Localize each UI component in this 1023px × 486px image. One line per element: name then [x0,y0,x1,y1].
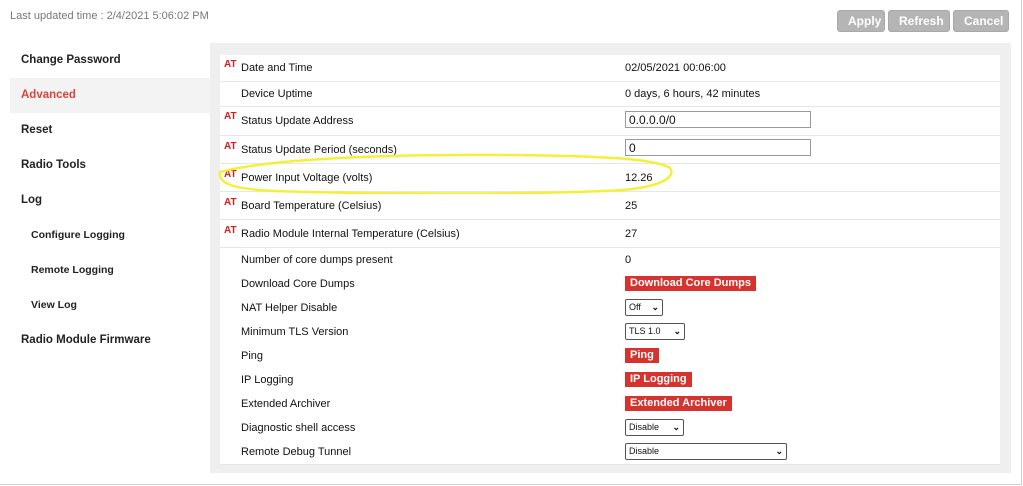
row-label: Ping [241,350,264,362]
nat-helper-select[interactable]: Off ⌄ [625,299,663,316]
row-label: Board Temperature (Celsius) [241,200,382,212]
remote-debug-tunnel-select[interactable]: Disable ⌄ [625,443,787,460]
row-label: Date and Time [241,62,313,74]
cancel-button[interactable]: Cancel [953,10,1009,32]
row-download-core-dumps: Download Core Dumps Download Core Dumps [220,272,1000,297]
row-value: 27 [625,228,638,240]
row-label: Power Input Voltage (volts) [241,172,373,184]
sidebar-item-remote-logging[interactable]: Remote Logging [10,253,210,288]
chevron-down-icon: ⌄ [651,302,659,312]
ip-logging-button[interactable]: IP Logging [625,372,692,387]
chevron-down-icon: ⌄ [673,326,681,336]
row-label: IP Logging [241,374,294,386]
select-value: Off [629,302,641,312]
sidebar-item-radio-module-firmware[interactable]: Radio Module Firmware [10,323,210,358]
sidebar-item-log[interactable]: Log [10,183,210,218]
select-value: Disable [629,422,660,432]
sidebar-item-view-log[interactable]: View Log [10,288,210,323]
row-status-update-period: AT Status Update Period (seconds) [220,136,1000,164]
apply-button[interactable]: Apply [837,10,885,32]
row-extended-archiver: Extended Archiver Extended Archiver [220,392,1000,417]
row-value: 0 [625,254,632,266]
settings-panel: AT Date and Time 02/05/2021 00:06:00 Dev… [210,43,1011,473]
row-label: Diagnostic shell access [241,422,356,434]
chevron-down-icon: ⌄ [775,446,783,456]
row-value: 0 days, 6 hours, 42 minutes [625,88,761,100]
row-label: Device Uptime [241,88,313,100]
refresh-button[interactable]: Refresh [888,10,950,32]
action-bar: Apply Refresh Cancel [837,10,1009,32]
at-marker: AT [224,197,237,208]
row-label: Extended Archiver [241,398,331,410]
row-nat-helper-disable: NAT Helper Disable Off ⌄ [220,296,1000,321]
sidebar-item-radio-tools[interactable]: Radio Tools [10,148,210,183]
row-ip-logging: IP Logging IP Logging [220,368,1000,393]
row-label: Radio Module Internal Temperature (Celsi… [241,228,460,240]
chevron-down-icon: ⌄ [672,422,680,432]
row-label: Download Core Dumps [241,278,355,290]
status-update-address-input[interactable] [625,111,811,128]
row-label: Remote Debug Tunnel [241,446,352,458]
at-marker: AT [224,225,237,236]
status-update-period-input[interactable] [625,139,811,156]
row-radio-module-temperature: AT Radio Module Internal Temperature (Ce… [220,220,1000,248]
sidebar-item-advanced[interactable]: Advanced [10,78,210,113]
sidebar-item-reset[interactable]: Reset [10,113,210,148]
sidebar-nav: Change Password Advanced Reset Radio Too… [10,43,210,358]
row-label: Minimum TLS Version [241,326,349,338]
row-value: 02/05/2021 00:06:00 [625,62,726,74]
row-board-temperature: AT Board Temperature (Celsius) 25 [220,192,1000,220]
ping-button[interactable]: Ping [625,348,659,363]
row-minimum-tls-version: Minimum TLS Version TLS 1.0 ⌄ [220,320,1000,345]
row-label: Status Update Period (seconds) [241,144,397,156]
row-label: Status Update Address [241,115,354,127]
page-frame: Last updated time : 2/4/2021 5:06:02 PM … [0,0,1022,485]
row-power-input-voltage: AT Power Input Voltage (volts) 12.26 [220,164,1000,192]
sidebar-item-configure-logging[interactable]: Configure Logging [10,218,210,253]
row-label: Number of core dumps present [241,254,393,266]
download-core-dumps-button[interactable]: Download Core Dumps [625,276,757,291]
select-value: TLS 1.0 [629,326,661,336]
row-remote-debug-tunnel: Remote Debug Tunnel Disable ⌄ [220,440,1000,465]
sidebar-item-change-password[interactable]: Change Password [10,43,210,78]
row-value: 12.26 [625,172,653,184]
row-device-uptime: Device Uptime 0 days, 6 hours, 42 minute… [220,82,1000,107]
row-value: 25 [625,200,638,212]
at-marker: AT [224,59,237,70]
extended-archiver-button[interactable]: Extended Archiver [625,396,732,411]
tls-version-select[interactable]: TLS 1.0 ⌄ [625,323,685,340]
row-diagnostic-shell-access: Diagnostic shell access Disable ⌄ [220,416,1000,441]
last-updated-time: Last updated time : 2/4/2021 5:06:02 PM [10,10,209,22]
at-marker: AT [224,111,237,122]
row-status-update-address: AT Status Update Address [220,107,1000,136]
select-value: Disable [629,446,660,456]
diagnostic-shell-select[interactable]: Disable ⌄ [625,419,684,436]
row-core-dumps-count: Number of core dumps present 0 [220,248,1000,273]
at-marker: AT [224,169,237,180]
row-date-and-time: AT Date and Time 02/05/2021 00:06:00 [220,55,1000,82]
at-marker: AT [224,141,237,152]
row-ping: Ping Ping [220,344,1000,369]
row-label: NAT Helper Disable [241,302,338,314]
